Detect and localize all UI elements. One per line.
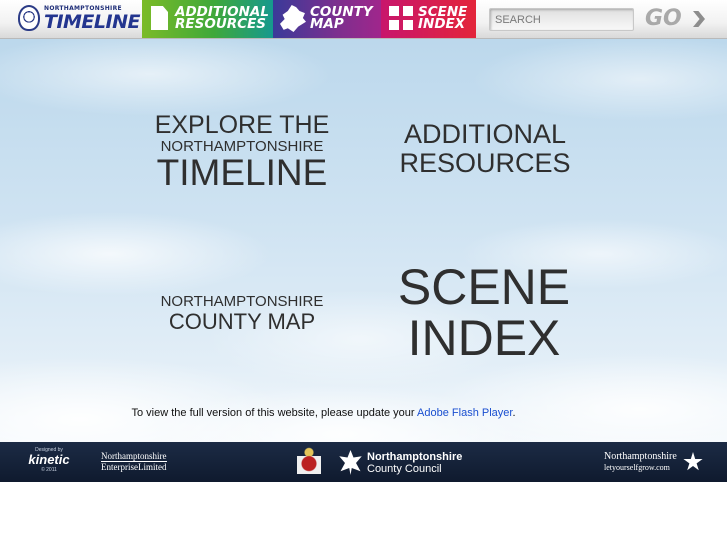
- crest-icon: [18, 5, 40, 31]
- flash-update-notice: To view the full version of this website…: [0, 407, 647, 419]
- go-button[interactable]: GO: [645, 5, 707, 33]
- star-icon: [683, 452, 703, 471]
- timeline-logo[interactable]: NORTHAMPTONSHIRE TIMELINE: [18, 3, 140, 35]
- kinetic-label: kinetic: [28, 452, 70, 467]
- county-map-icon: [280, 5, 306, 32]
- nel-line2: EnterpriseLimited: [101, 462, 167, 472]
- county-council-logo[interactable]: Northamptonshire County Council: [367, 451, 462, 475]
- tab-county-map[interactable]: COUNTY MAP: [273, 0, 381, 38]
- nlyg-line2: letyourselfgrow.com: [604, 463, 670, 472]
- ncc-line2: County Council: [367, 463, 442, 475]
- chevron-right-icon: [693, 11, 705, 27]
- nel-line1: Northamptonshire: [101, 451, 167, 462]
- tab-scene-index[interactable]: SCENE INDEX: [381, 0, 476, 38]
- header-bar: NORTHAMPTONSHIRE TIMELINE ADDITIONAL RES…: [0, 0, 727, 39]
- county-map-line1: NORTHAMPTONSHIRE: [160, 293, 324, 310]
- tab-index-line2: INDEX: [418, 16, 466, 32]
- scene-index-line2: INDEX: [407, 310, 561, 366]
- resources-line2: RESOURCES: [399, 148, 571, 178]
- scene-index-line1: SCENE: [397, 259, 571, 315]
- county-map-link[interactable]: NORTHAMPTONSHIRE COUNTY MAP: [142, 293, 342, 333]
- timeline-line1: EXPLORE THE: [154, 111, 330, 139]
- page-blank-area: [0, 482, 727, 545]
- scene-index-link[interactable]: SCENE INDEX: [374, 262, 594, 364]
- search-input[interactable]: [489, 8, 634, 31]
- go-label: GO: [645, 6, 682, 31]
- footer-bar: Designed by kinetic © 2011 Northamptonsh…: [0, 442, 727, 482]
- ncc-line1: Northamptonshire: [367, 451, 463, 463]
- additional-resources-link[interactable]: ADDITIONAL RESOURCES: [380, 120, 590, 178]
- enterprise-limited-logo[interactable]: Northamptonshire EnterpriseLimited: [101, 451, 167, 472]
- kinetic-logo[interactable]: Designed by kinetic © 2011: [24, 447, 74, 479]
- tab-additional-resources[interactable]: ADDITIONAL RESOURCES: [142, 0, 273, 38]
- sky-background: EXPLORE THE NORTHAMPTONSHIRE TIMELINE AD…: [0, 39, 727, 442]
- resources-line1: ADDITIONAL: [403, 119, 567, 149]
- timeline-line3: TIMELINE: [156, 152, 328, 193]
- coat-of-arms-icon: [294, 446, 324, 478]
- nlyg-line1: Northamptonshire: [604, 451, 677, 462]
- flash-notice-text: To view the full version of this website…: [131, 407, 418, 419]
- explore-timeline-link[interactable]: EXPLORE THE NORTHAMPTONSHIRE TIMELINE: [142, 112, 342, 192]
- flash-notice-suffix: .: [512, 407, 516, 419]
- tab-resources-line2: RESOURCES: [175, 16, 267, 32]
- let-yourself-grow-logo[interactable]: Northamptonshire letyourselfgrow.com: [604, 451, 677, 473]
- county-map-line2: COUNTY MAP: [168, 309, 316, 334]
- document-icon: [151, 6, 168, 30]
- grid-icon: [389, 6, 413, 30]
- adobe-flash-player-link[interactable]: Adobe Flash Player: [417, 407, 512, 419]
- rose-icon: [339, 450, 362, 475]
- logo-title: TIMELINE: [44, 11, 140, 33]
- copyright-label: © 2011: [41, 467, 57, 473]
